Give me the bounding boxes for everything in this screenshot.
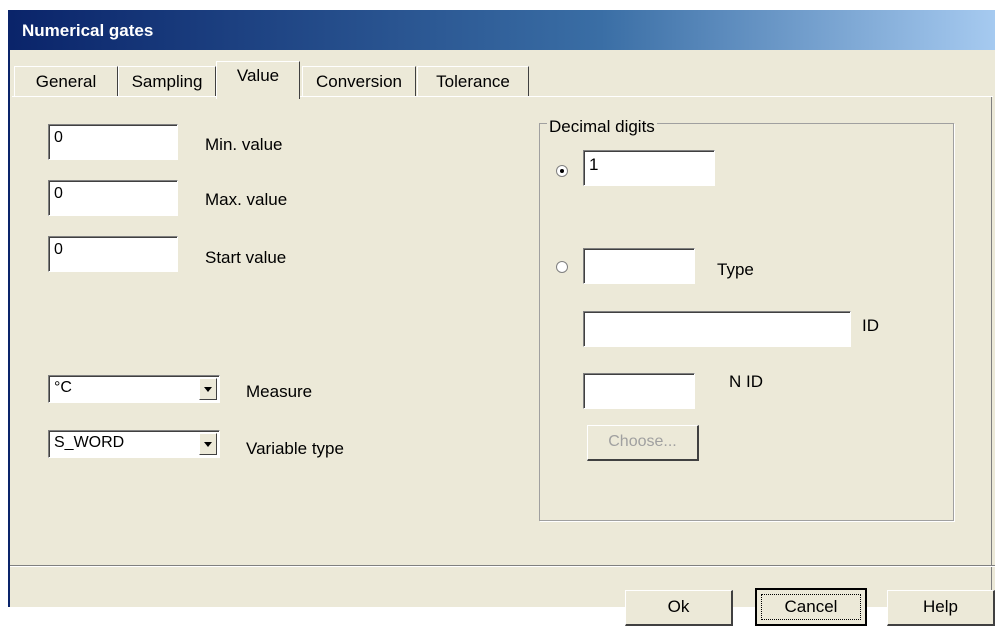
title-bar[interactable]: Numerical gates — [10, 10, 995, 50]
tab-conversion[interactable]: Conversion — [302, 66, 416, 97]
max-value-input[interactable]: 0 — [48, 180, 178, 216]
numerical-gates-dialog: Numerical gates General Sampling Value C… — [8, 10, 995, 626]
tab-sampling[interactable]: Sampling — [118, 66, 216, 97]
type-label: Type — [717, 260, 754, 279]
type-input[interactable] — [583, 248, 695, 284]
tab-panel-border — [12, 96, 993, 97]
start-value-input[interactable]: 0 — [48, 236, 178, 272]
fixed-digits-radio[interactable] — [556, 165, 568, 177]
variable-type-label: Variable type — [246, 439, 344, 458]
footer-separator-highlight — [10, 566, 995, 567]
tab-general[interactable]: General — [14, 66, 118, 97]
nid-input[interactable] — [583, 373, 695, 409]
tab-value[interactable]: Value — [216, 61, 300, 99]
tab-panel-edge — [991, 96, 992, 611]
id-input[interactable] — [583, 311, 851, 347]
variable-type-select[interactable]: S_WORD — [48, 430, 220, 458]
min-value-input[interactable]: 0 — [48, 124, 178, 160]
focus-ring — [761, 594, 861, 620]
decimal-digits-title: Decimal digits — [547, 117, 657, 137]
chevron-down-icon[interactable] — [199, 378, 217, 400]
nid-label: N ID — [729, 372, 763, 391]
choose-button[interactable]: Choose... — [587, 425, 699, 461]
help-button[interactable]: Help — [887, 590, 995, 626]
variable-type-selected: S_WORD — [54, 434, 125, 451]
chevron-down-icon[interactable] — [199, 433, 217, 455]
measure-select[interactable]: °C — [48, 375, 220, 403]
measure-selected: °C — [54, 379, 72, 396]
window-title: Numerical gates — [22, 21, 154, 40]
tab-tolerance[interactable]: Tolerance — [417, 66, 529, 97]
variable-digits-radio[interactable] — [556, 261, 568, 273]
max-value-label: Max. value — [205, 190, 288, 209]
ok-button[interactable]: Ok — [625, 590, 733, 626]
start-value-label: Start value — [205, 248, 287, 267]
tab-strip: General Sampling Value Conversion Tolera… — [10, 61, 995, 99]
id-label: ID — [862, 316, 879, 335]
decimal-digits-input[interactable]: 1 — [583, 150, 715, 186]
cancel-button[interactable]: Cancel — [755, 588, 867, 626]
min-value-label: Min. value — [205, 135, 283, 154]
measure-label: Measure — [246, 382, 313, 401]
